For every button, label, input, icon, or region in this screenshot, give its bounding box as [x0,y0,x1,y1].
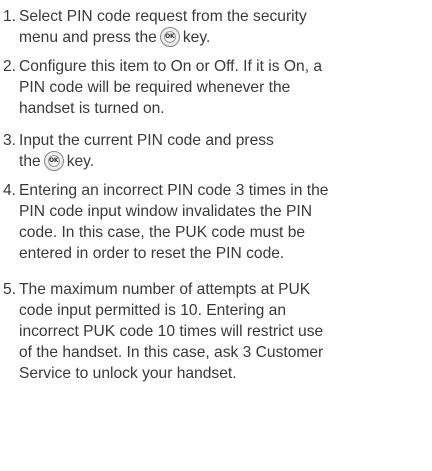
step-5: 5. The maximum number of attempts at PUK … [3,279,429,384]
step-4-line-2: PIN code input window invalidates the PI… [3,201,429,222]
step-3-text-1: Input the current PIN code and press [19,132,274,149]
step-4-line-1: 4. Entering an incorrect PIN code 3 times… [3,180,429,201]
step-4-text-4: entered in order to reset the PIN code. [19,245,285,262]
step-5-line-2: code input permitted is 10. Entering an [3,300,429,321]
step-2: 2. Configure this item to On or Off. If i… [3,56,429,119]
ok-key-icon: OK [159,27,180,47]
step-5-line-4: of the handset. In this case, ask 3 Cust… [3,342,429,363]
step-2-line-2: PIN code will be required whenever the [3,77,429,98]
step-4-number: 4. [3,182,17,199]
step-4-text-3: code. In this case, the PUK code must be [19,224,306,241]
step-1-text-1: Select PIN code request from the securit… [19,8,307,25]
step-5-text-5: Service to unlock your handset. [19,365,237,382]
step-5-text-1: The maximum number of attempts at PUK [19,281,311,298]
step-1-number: 1. [3,8,17,25]
step-2-text-3: handset is turned on. [19,100,165,117]
step-2-text-2: PIN code will be required whenever the [19,79,291,96]
step-4-text-2: PIN code input window invalidates the PI… [19,203,312,220]
step-3-text-3: key. [66,153,95,170]
step-1: 1. Select PIN code request from the secur… [3,6,429,48]
step-5-number: 5. [3,281,17,298]
step-5-text-3: incorrect PUK code 10 times will restric… [19,323,324,340]
step-3-text-2: the [19,153,41,170]
ok-key-label: OK [49,157,59,164]
step-4: 4. Entering an incorrect PIN code 3 times… [3,180,429,264]
ok-key-icon: OK [43,151,64,171]
step-2-line-3: handset is turned on. [3,98,429,119]
step-2-number: 2. [3,58,17,75]
step-4-line-4: entered in order to reset the PIN code. [3,243,429,264]
step-3-line-2: the OK key. [3,151,429,172]
step-1-text-3: key. [182,29,211,46]
step-4-text-1: Entering an incorrect PIN code 3 times i… [19,182,329,199]
instruction-page: 1. Select PIN code request from the secur… [0,0,432,471]
step-1-line-1: 1. Select PIN code request from the secur… [3,6,429,27]
step-5-line-1: 5. The maximum number of attempts at PUK [3,279,429,300]
step-3-number: 3. [3,132,17,149]
step-3-line-1: 3. Input the current PIN code and press [3,130,429,151]
step-4-line-3: code. In this case, the PUK code must be [3,222,429,243]
step-5-line-3: incorrect PUK code 10 times will restric… [3,321,429,342]
step-5-text-4: of the handset. In this case, ask 3 Cust… [19,344,324,361]
step-2-line-1: 2. Configure this item to On or Off. If i… [3,56,429,77]
step-2-text-1: Configure this item to On or Off. If it … [19,58,323,75]
ok-key-label: OK [165,33,175,40]
step-1-line-2: menu and press the OK key. [3,27,429,48]
step-1-text-2: menu and press the [19,29,157,46]
step-5-text-2: code input permitted is 10. Entering an [19,302,286,319]
step-3: 3. Input the current PIN code and press t… [3,130,429,172]
step-5-line-5: Service to unlock your handset. [3,363,429,384]
